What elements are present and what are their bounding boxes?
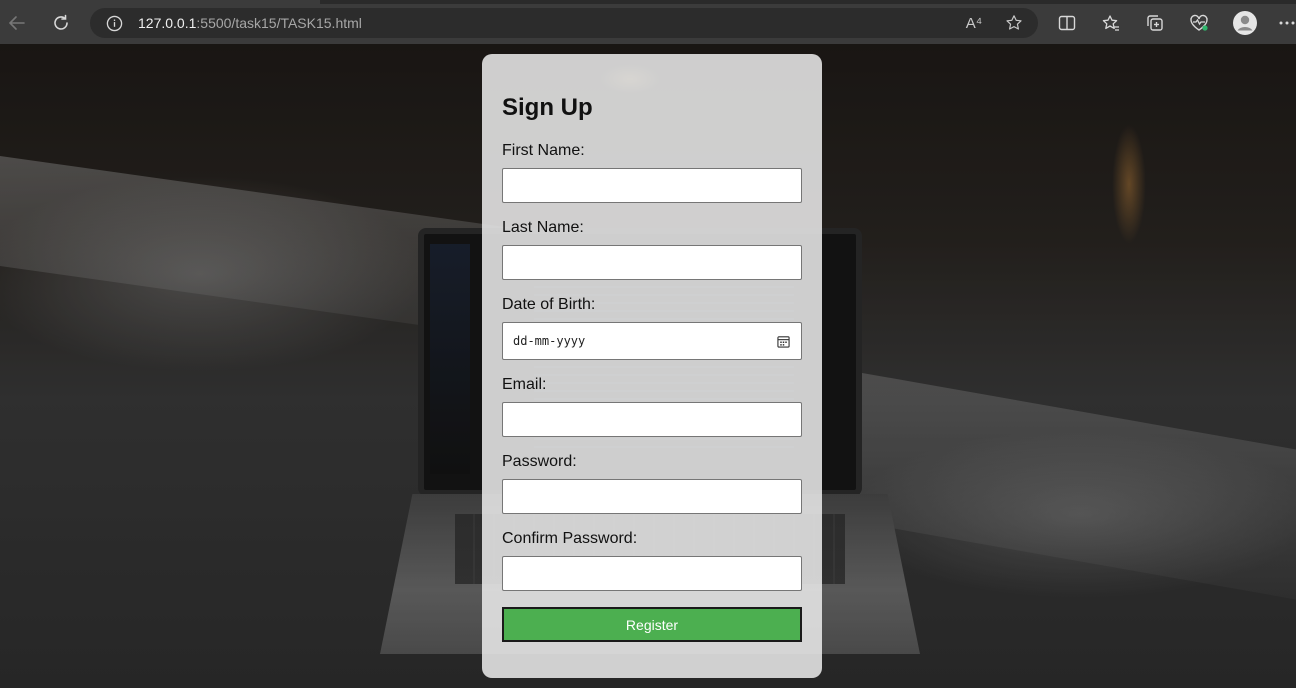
- tab-strip: [0, 0, 1296, 4]
- back-button[interactable]: [6, 12, 28, 34]
- first-name-label: First Name:: [502, 142, 585, 159]
- dob-label: Date of Birth:: [502, 296, 596, 313]
- profile-avatar-icon[interactable]: [1232, 10, 1258, 36]
- favorite-star-icon[interactable]: [1004, 14, 1024, 32]
- url-host: 127.0.0.1: [138, 15, 197, 31]
- confirm-password-input[interactable]: [502, 556, 802, 591]
- password-input[interactable]: [502, 479, 802, 514]
- site-info-icon[interactable]: [106, 15, 123, 37]
- page-title: Sign Up: [502, 94, 593, 121]
- email-input[interactable]: [502, 402, 802, 437]
- active-tab-edge: [0, 0, 320, 4]
- calendar-icon[interactable]: [775, 333, 791, 349]
- register-button[interactable]: Register: [502, 607, 802, 642]
- last-name-label: Last Name:: [502, 219, 584, 236]
- more-options-icon[interactable]: [1278, 12, 1296, 34]
- url-path: :5500/task15/TASK15.html: [196, 15, 362, 31]
- address-bar[interactable]: 127.0.0.1:5500/task15/TASK15.html A⁴: [90, 8, 1038, 38]
- dob-placeholder: dd-mm-yyyy: [513, 334, 586, 348]
- collections-icon[interactable]: [1144, 12, 1166, 34]
- reload-button[interactable]: [50, 12, 72, 34]
- browser-toolbar: 127.0.0.1:5500/task15/TASK15.html A⁴: [0, 0, 1296, 44]
- split-screen-icon[interactable]: [1056, 12, 1078, 34]
- password-label: Password:: [502, 453, 577, 470]
- favorites-icon[interactable]: [1100, 12, 1122, 34]
- browser-essentials-icon[interactable]: [1188, 12, 1210, 34]
- last-name-input[interactable]: [502, 245, 802, 280]
- back-arrow-icon: [8, 16, 25, 30]
- email-label: Email:: [502, 376, 547, 393]
- confirm-password-label: Confirm Password:: [502, 530, 638, 547]
- address-url[interactable]: 127.0.0.1:5500/task15/TASK15.html: [138, 15, 362, 31]
- read-aloud-icon[interactable]: A⁴: [964, 14, 984, 32]
- reload-icon: [54, 14, 68, 30]
- signup-card: Sign Up First Name: Last Name: Date of B…: [482, 54, 822, 678]
- dob-input[interactable]: dd-mm-yyyy: [502, 322, 802, 360]
- first-name-input[interactable]: [502, 168, 802, 203]
